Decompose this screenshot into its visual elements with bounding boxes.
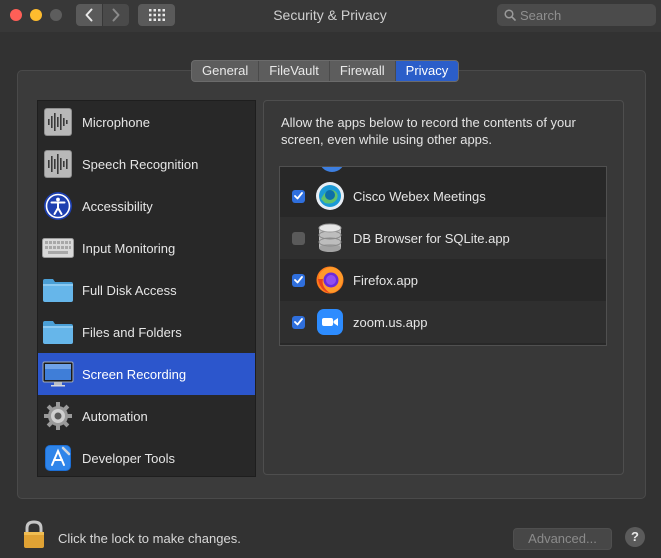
tab-bar: General FileVault Firewall Privacy [191, 60, 460, 82]
app-row-firefox[interactable]: Firefox.app [280, 259, 606, 301]
speech-waveform-icon [42, 148, 74, 180]
show-all-button[interactable] [138, 4, 175, 26]
lock-icon[interactable] [22, 520, 46, 555]
title-bar: Security & Privacy [0, 0, 661, 32]
app-checkbox[interactable] [292, 189, 305, 203]
lock-instruction-text: Click the lock to make changes. [58, 531, 241, 546]
sidebar-item-label: Speech Recognition [82, 156, 199, 172]
sidebar-item-label: Files and Folders [82, 324, 182, 340]
sidebar-item-label: Developer Tools [82, 450, 175, 466]
close-window-button[interactable] [10, 9, 22, 21]
back-button[interactable] [76, 4, 102, 26]
app-checkbox[interactable] [292, 273, 305, 287]
microphone-waveform-icon [42, 106, 74, 138]
partial-app-icon [321, 167, 343, 172]
window-title: Security & Privacy [273, 7, 387, 23]
app-checkbox[interactable] [292, 231, 305, 245]
zoom-window-button[interactable] [50, 9, 62, 21]
sidebar-item-files-and-folders[interactable]: Files and Folders [38, 311, 255, 353]
app-name: Firefox.app [353, 272, 419, 288]
sidebar-item-label: Microphone [82, 114, 150, 130]
search-field[interactable] [497, 4, 656, 26]
sidebar-item-label: Accessibility [82, 198, 153, 214]
firefox-icon [315, 265, 345, 295]
sidebar-item-microphone[interactable]: Microphone [38, 101, 255, 143]
app-checkbox[interactable] [292, 315, 305, 329]
tab-filevault[interactable]: FileVault [259, 61, 330, 81]
sidebar-item-label: Automation [82, 408, 148, 424]
developer-tools-icon [42, 442, 74, 474]
search-input[interactable] [520, 7, 645, 23]
sidebar-item-label: Full Disk Access [82, 282, 177, 298]
grid-icon [148, 9, 165, 21]
sidebar-item-input-monitoring[interactable]: Input Monitoring [38, 227, 255, 269]
sidebar-item-accessibility[interactable]: Accessibility [38, 185, 255, 227]
folder-icon [42, 316, 74, 348]
checkmark-icon [294, 276, 303, 284]
zoom-icon [315, 307, 345, 337]
checkmark-icon [294, 192, 303, 200]
panel-description: Allow the apps below to record the conte… [281, 115, 576, 147]
checkmark-icon [294, 318, 303, 326]
sidebar-item-speech-recognition[interactable]: Speech Recognition [38, 143, 255, 185]
webex-icon [315, 181, 345, 211]
app-row-webex[interactable]: Cisco Webex Meetings [280, 175, 606, 217]
minimize-window-button[interactable] [30, 9, 42, 21]
database-icon [315, 223, 345, 253]
display-icon [42, 358, 74, 390]
app-row-zoom[interactable]: zoom.us.app [280, 301, 606, 343]
tab-firewall[interactable]: Firewall [330, 61, 396, 81]
keyboard-icon [42, 232, 74, 264]
sidebar-item-automation[interactable]: Automation [38, 395, 255, 437]
privacy-category-list[interactable]: Microphone Speech Recognition Accessibil… [37, 100, 256, 477]
search-icon [504, 9, 516, 21]
forward-button[interactable] [103, 4, 129, 26]
sidebar-item-screen-recording[interactable]: Screen Recording [38, 353, 255, 395]
sidebar-item-developer-tools[interactable]: Developer Tools [38, 437, 255, 476]
tab-privacy[interactable]: Privacy [395, 61, 459, 81]
accessibility-icon [42, 190, 74, 222]
gear-icon [42, 400, 74, 432]
help-button[interactable]: ? [625, 527, 645, 547]
app-row-db-browser[interactable]: DB Browser for SQLite.app [280, 217, 606, 259]
sidebar-item-label: Screen Recording [82, 366, 187, 382]
folder-icon [42, 274, 74, 306]
advanced-button[interactable]: Advanced... [513, 528, 612, 550]
sidebar-item-label: Input Monitoring [82, 240, 176, 256]
app-name: DB Browser for SQLite.app [353, 230, 510, 246]
list-item-partial [280, 167, 606, 175]
app-name: Cisco Webex Meetings [353, 188, 486, 204]
app-name: zoom.us.app [353, 314, 428, 330]
chevron-right-icon [112, 8, 120, 22]
sidebar-item-full-disk-access[interactable]: Full Disk Access [38, 269, 255, 311]
chevron-left-icon [85, 8, 93, 22]
tab-general[interactable]: General [192, 61, 260, 81]
app-permission-list[interactable]: Cisco Webex Meetings DB Browser for SQLi… [279, 166, 607, 346]
